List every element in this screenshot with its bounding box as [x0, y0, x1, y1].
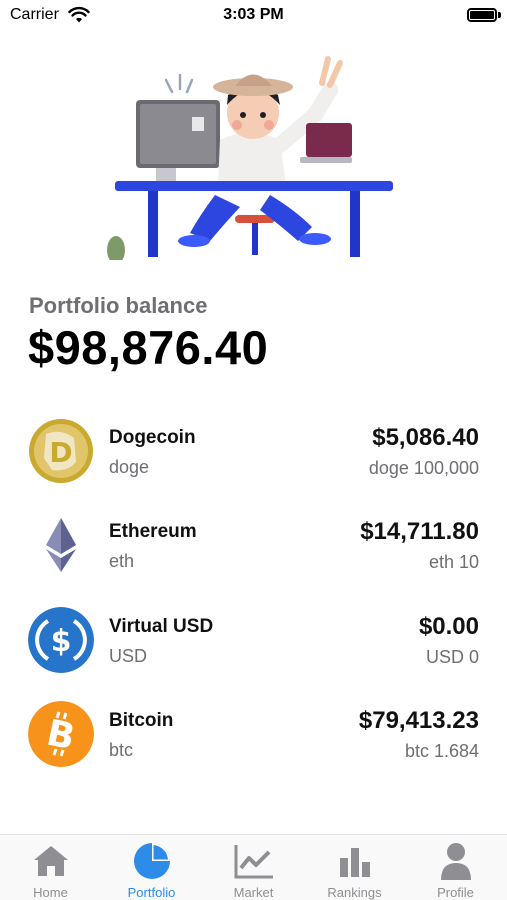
asset-value: $79,413.23	[358, 707, 479, 734]
asset-value: $14,711.80	[360, 518, 479, 545]
bitcoin-icon: B	[28, 701, 94, 767]
asset-holding: doge 100,000	[368, 458, 479, 478]
tab-market[interactable]: Market	[203, 835, 304, 900]
svg-text:$: $	[51, 624, 72, 659]
tab-rankings[interactable]: Rankings	[304, 835, 405, 900]
tab-label: Portfolio	[127, 885, 176, 900]
tab-home[interactable]: Home	[0, 835, 101, 900]
asset-name: Virtual USD	[109, 616, 214, 637]
battery-icon	[467, 8, 497, 22]
asset-name: Ethereum	[109, 521, 197, 542]
home-icon	[34, 846, 68, 876]
asset-row-dogecoin[interactable]: D Dogecoin doge $5,086.40 doge 100,000	[0, 418, 507, 488]
hero-illustration	[107, 56, 393, 260]
pie-chart-icon	[134, 843, 170, 879]
tab-label: Home	[33, 885, 68, 900]
usd-coin-icon: $	[28, 607, 94, 673]
battery-tip	[498, 12, 501, 18]
person-icon	[441, 843, 471, 880]
asset-ticker: eth	[109, 551, 135, 571]
tab-portfolio[interactable]: Portfolio	[101, 835, 202, 900]
asset-value: $0.00	[418, 613, 479, 640]
asset-value: $5,086.40	[372, 424, 479, 451]
asset-ticker: USD	[109, 646, 148, 666]
ethereum-icon	[46, 518, 76, 572]
bar-chart-icon	[340, 848, 370, 877]
svg-text:D: D	[49, 436, 72, 469]
tab-label: Market	[233, 885, 274, 900]
status-bar: Carrier 3:03 PM	[0, 0, 507, 32]
line-chart-icon	[234, 845, 273, 879]
tab-profile[interactable]: Profile	[405, 835, 506, 900]
asset-holding: btc 1.684	[404, 741, 479, 761]
status-time: 3:03 PM	[223, 6, 284, 23]
tab-bar: Home Portfolio Market Rankings Profile	[0, 834, 507, 900]
asset-holding: USD 0	[425, 647, 479, 667]
asset-ticker: btc	[109, 740, 134, 760]
portfolio-balance-label: Portfolio balance	[29, 293, 208, 318]
tab-label: Rankings	[327, 885, 382, 900]
asset-row-ethereum[interactable]: Ethereum eth $14,711.80 eth 10	[0, 512, 507, 582]
asset-name: Bitcoin	[109, 710, 174, 731]
asset-name: Dogecoin	[109, 427, 196, 448]
tab-label: Profile	[437, 885, 474, 900]
dogecoin-icon: D	[29, 419, 93, 483]
asset-row-virtual-usd[interactable]: $ Virtual USD USD $0.00 USD 0	[0, 607, 507, 677]
portfolio-balance-value: $98,876.40	[28, 321, 269, 374]
asset-ticker: doge	[109, 457, 150, 477]
asset-row-bitcoin[interactable]: B Bitcoin btc $79,413.23 btc 1.684	[0, 701, 507, 771]
asset-holding: eth 10	[428, 552, 479, 572]
